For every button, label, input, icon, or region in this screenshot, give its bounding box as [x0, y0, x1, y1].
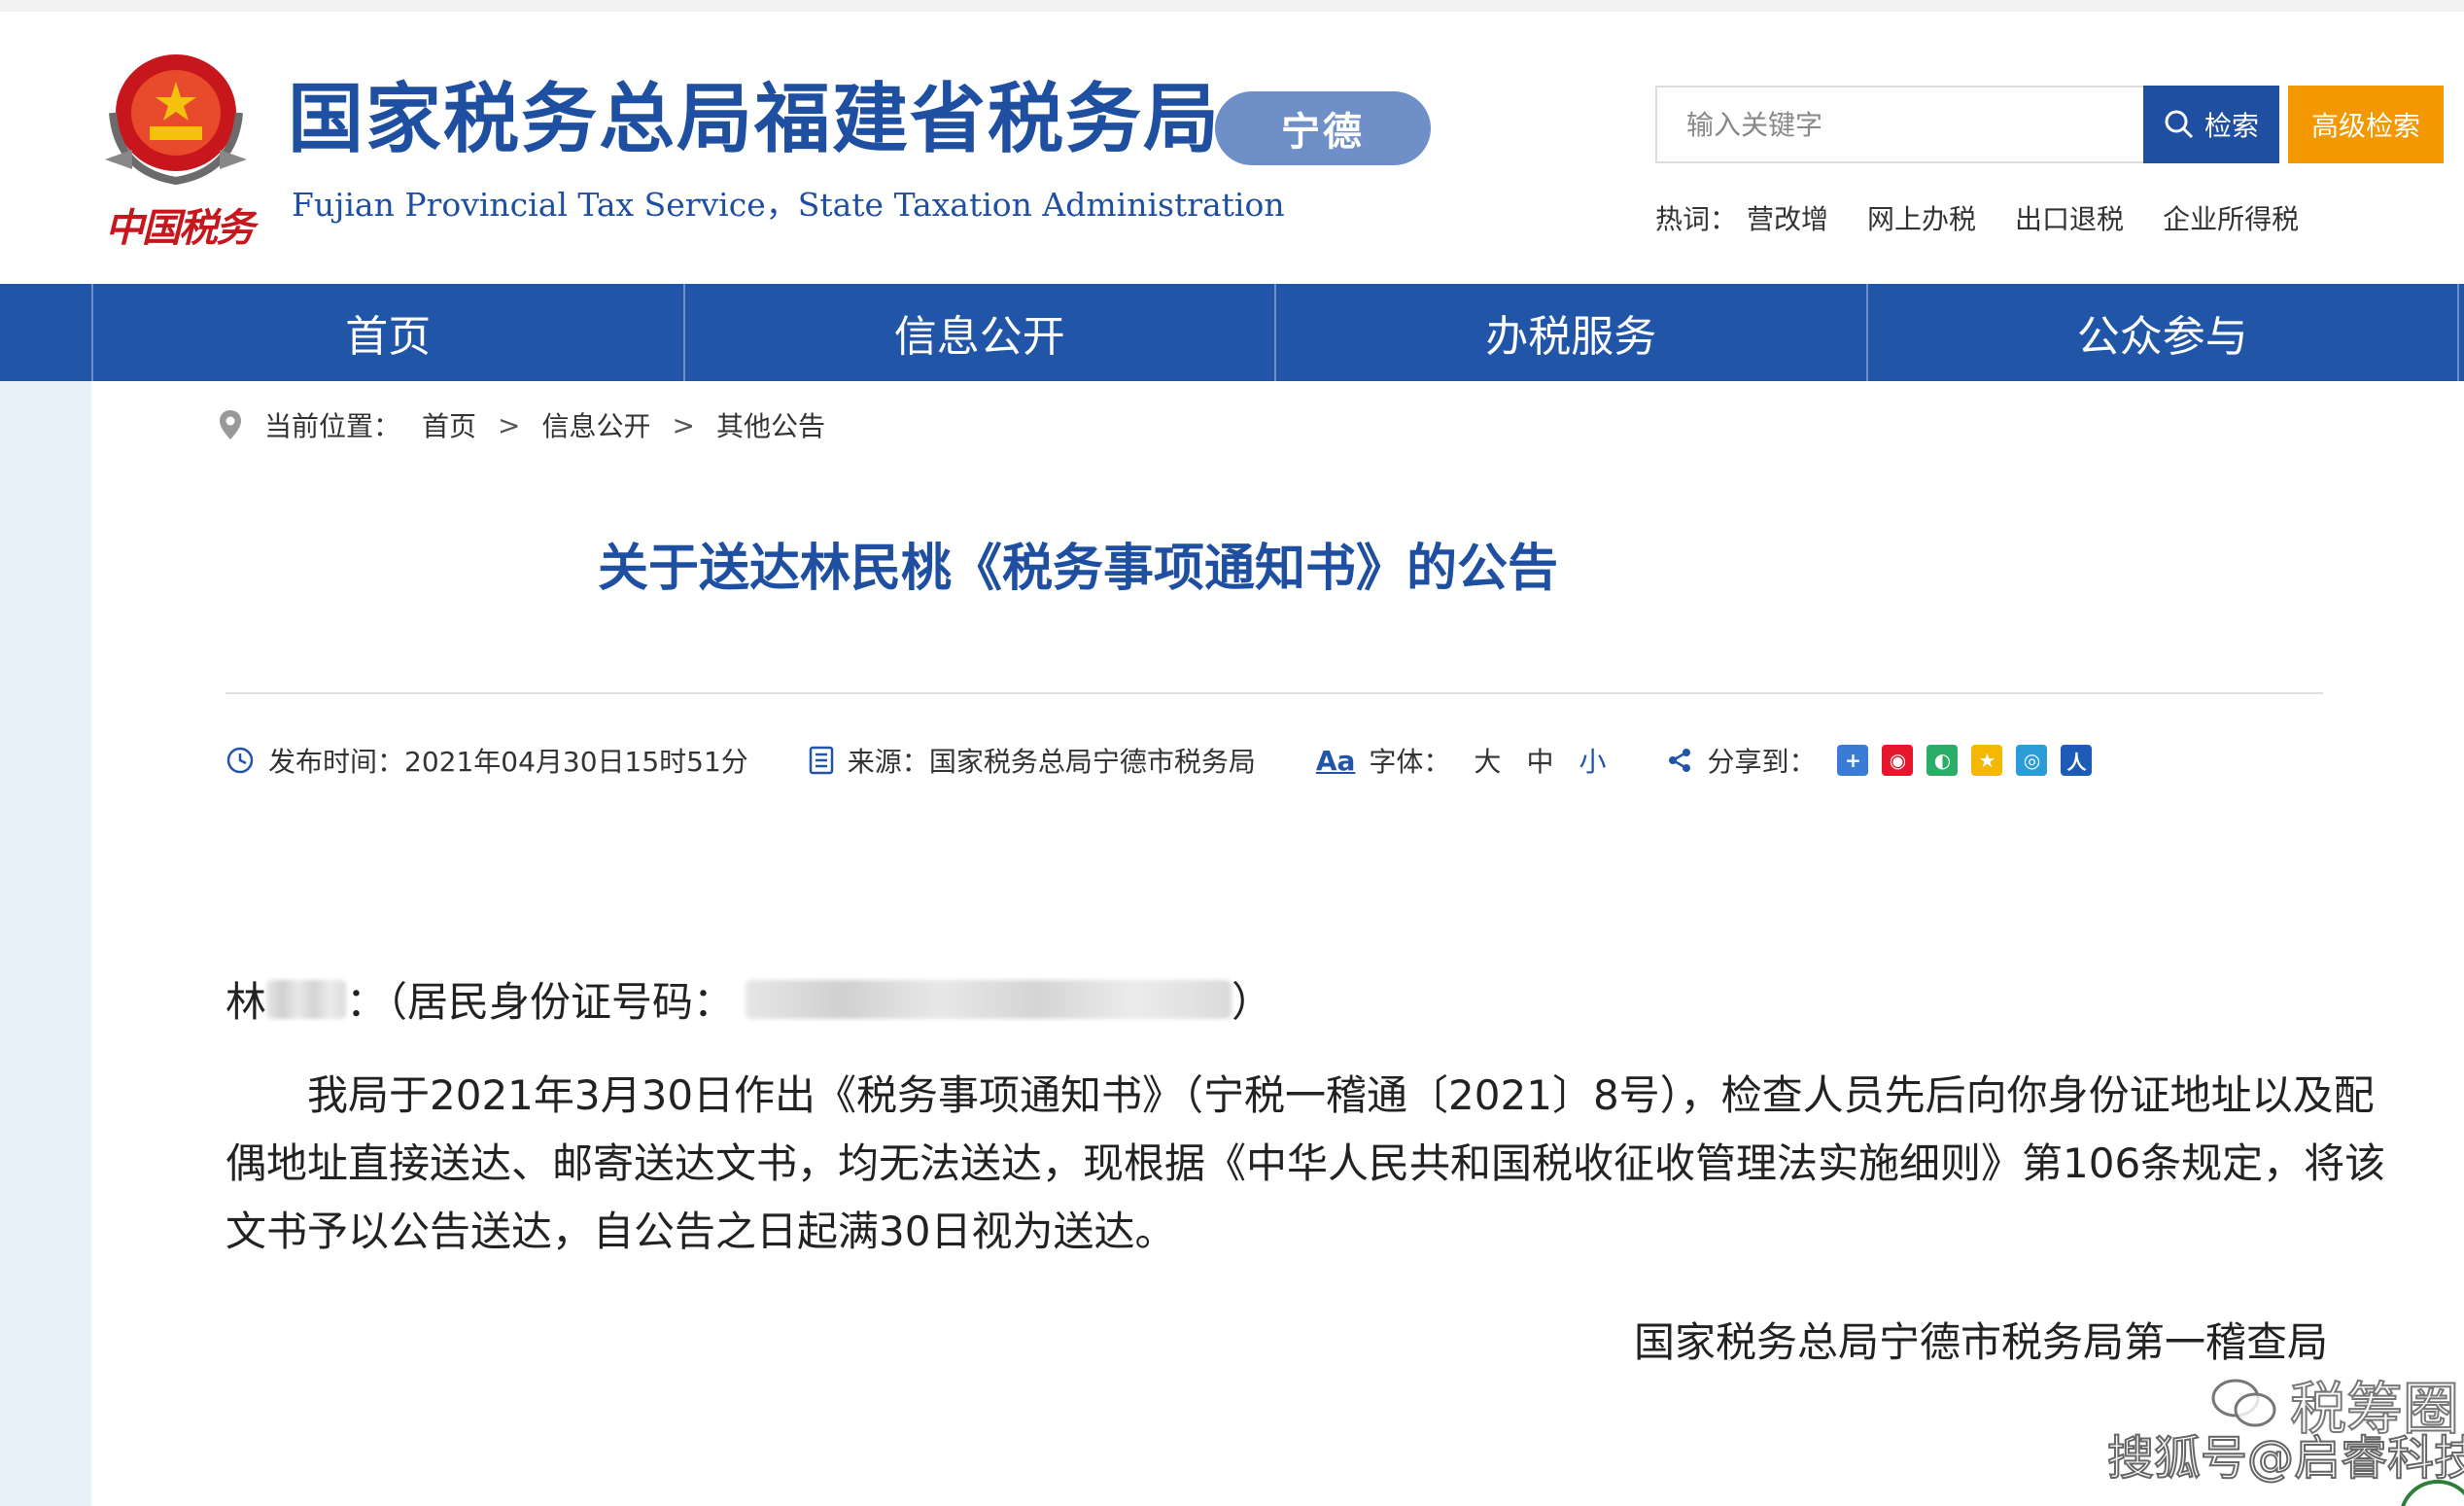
hotword-link[interactable]: 出口退税 [2015, 198, 2124, 237]
title-divider [226, 692, 2323, 694]
search-button[interactable]: 检索 [2143, 86, 2279, 163]
share-icon [1669, 749, 1691, 772]
nav-item-info-disclosure[interactable]: 信息公开 [682, 284, 1275, 381]
font-size-large[interactable]: 大 [1474, 741, 1501, 780]
location-pin-icon [220, 410, 241, 439]
hotword-link[interactable]: 网上办税 [1867, 198, 1976, 237]
site-header: 中国税务 国家税务总局福建省税务局 Fujian Provincial Tax … [0, 12, 2464, 284]
site-title[interactable]: 国家税务总局福建省税务局 [288, 82, 1221, 158]
breadcrumb-item-home[interactable]: 首页 [422, 405, 476, 444]
browser-top-strip [0, 0, 2464, 12]
city-badge[interactable]: 宁德 [1215, 91, 1431, 165]
site-subtitle: Fujian Provincial Tax Service，State Taxa… [292, 186, 1285, 224]
search-box [1655, 86, 2143, 163]
breadcrumb: 当前位置： 首页 > 信息公开 > 其他公告 [218, 405, 825, 444]
font-size-small[interactable]: 小 [1579, 741, 1606, 780]
article-meta: 发布时间：2021年04月30日15时51分 来源：国家税务总局宁德市税务局 A… [226, 733, 2093, 788]
search-input[interactable] [1657, 88, 2143, 161]
main-nav: 首页 信息公开 办税服务 公众参与 [0, 284, 2464, 381]
font-size-medium[interactable]: 中 [1526, 741, 1553, 780]
breadcrumb-label: 当前位置： [264, 410, 401, 442]
article-source: 来源：国家税务总局宁德市税务局 [809, 741, 1256, 780]
document-list-icon [809, 746, 834, 775]
font-size-icon: Aa [1315, 744, 1356, 777]
breadcrumb-item-other-notices[interactable]: 其他公告 [716, 405, 825, 444]
hotword-link[interactable]: 营改增 [1747, 198, 1828, 237]
article-title: 关于送达林民桃《税务事项通知书》的公告 [597, 540, 1558, 598]
hotwords-label: 热词： [1655, 203, 1738, 235]
article-paragraph: 我局于2021年3月30日作出《税务事项通知书》（宁税一稽通〔2021〕8号），… [226, 1071, 2386, 1255]
share-qzone-icon[interactable]: ★ [1971, 745, 2003, 776]
clock-icon [226, 747, 254, 774]
breadcrumb-separator: > [672, 408, 695, 441]
share-tencent-weibo-icon[interactable]: ◎ [2016, 745, 2048, 776]
emblem-caption: 中国税务 [105, 205, 255, 251]
redacted-name [266, 979, 347, 1019]
share-label: 分享到： [1707, 746, 1817, 778]
salutation-suffix: ） [1232, 978, 1273, 1026]
source-value: 国家税务总局宁德市税务局 [928, 746, 1256, 778]
nav-item-tax-service[interactable]: 办税服务 [1274, 284, 1866, 381]
hotwords: 热词： 营改增 网上办税 出口退税 企业所得税 [1655, 198, 2299, 237]
advanced-search-button[interactable]: 高级检索 [2288, 86, 2444, 163]
font-size-label: 字体： [1369, 746, 1451, 778]
share-weibo-icon[interactable]: ◉ [1882, 745, 1914, 776]
breadcrumb-item-info[interactable]: 信息公开 [542, 405, 651, 444]
nav-item-public-participation[interactable]: 公众参与 [1865, 284, 2459, 381]
salutation-mid: ：（居民身份证号码： [346, 978, 735, 1026]
search-icon [2165, 110, 2194, 139]
content-panel: 当前位置： 首页 > 信息公开 > 其他公告 关于送达林民桃《税务事项通知书》的… [91, 381, 2464, 1506]
national-emblem-icon [105, 54, 247, 186]
nav-item-home[interactable]: 首页 [91, 284, 683, 381]
redacted-id-number [746, 979, 1232, 1019]
search-button-label: 检索 [2204, 110, 2259, 142]
font-size-control: Aa 字体： 大 中 小 [1316, 741, 1607, 780]
hotword-link[interactable]: 企业所得税 [2163, 198, 2299, 237]
article-signature: 国家税务总局宁德市税务局第一稽查局 [1633, 1318, 2328, 1366]
breadcrumb-separator: > [498, 408, 521, 441]
source-label: 来源： [847, 746, 929, 778]
publish-time: 发布时间：2021年04月30日15时51分 [226, 741, 748, 780]
publish-time-value: 2021年04月30日15时51分 [404, 746, 748, 778]
publish-time-label: 发布时间： [268, 746, 405, 778]
share-wechat-icon[interactable]: ◐ [1926, 745, 1959, 776]
share-bar: 分享到： + ◉ ◐ ★ ◎ 人 [1666, 741, 2093, 780]
share-more-icon[interactable]: + [1837, 745, 1869, 776]
share-renren-icon[interactable]: 人 [2061, 745, 2093, 776]
watermark-source: 搜狐号@启睿科技 [2106, 1430, 2464, 1487]
salutation: 林 ：（居民身份证号码： ） [226, 969, 1272, 1029]
salutation-prefix: 林 [226, 978, 267, 1026]
